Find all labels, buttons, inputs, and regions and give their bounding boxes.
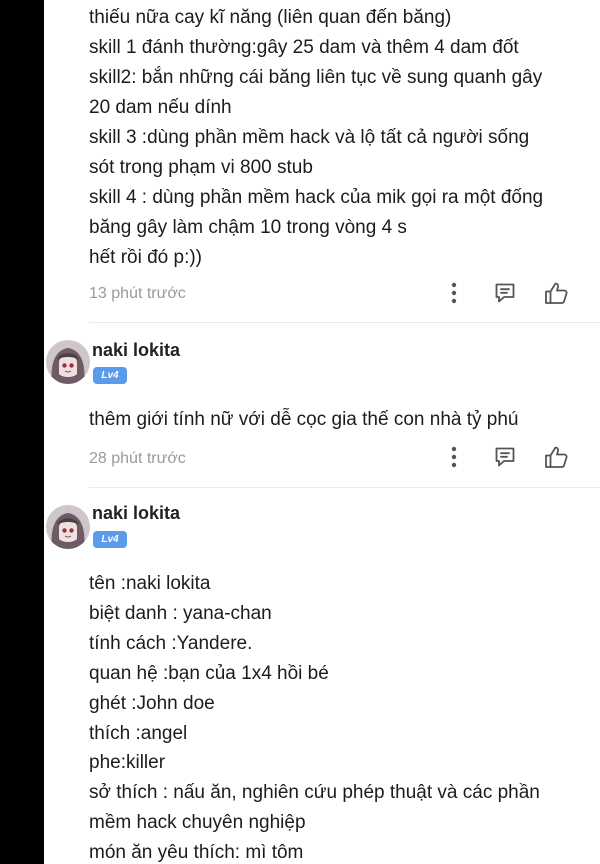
more-options-icon[interactable] [441, 444, 467, 470]
user-avatar[interactable] [46, 505, 90, 549]
comment-text-line: biệt danh : yana-chan [89, 603, 272, 624]
level-badge: Lv4 [93, 531, 127, 548]
comment-text-line: tính cách :Yandere. [89, 633, 253, 654]
like-icon[interactable] [543, 280, 569, 306]
reply-comment-icon[interactable] [492, 444, 518, 470]
comment-text-line: skill 1 đánh thường:gây 25 dam và thêm 4… [89, 37, 519, 58]
username[interactable]: naki lokita [92, 503, 180, 524]
comment-text-line: thiếu nữa cay kĩ năng (liên quan đến băn… [89, 7, 452, 28]
user-avatar[interactable] [46, 340, 90, 384]
comment-timestamp: 13 phút trước [89, 285, 186, 302]
reply-comment-icon[interactable] [492, 280, 518, 306]
comment-text-line: phe:killer [89, 752, 166, 773]
comment-text-line: sở thích : nấu ăn, nghiên cứu phép thuật… [89, 782, 540, 803]
level-badge: Lv4 [93, 367, 127, 384]
like-icon[interactable] [543, 444, 569, 470]
comment-text-line: skill 4 : dùng phần mềm hack của mik gọi… [89, 187, 544, 208]
comment-timestamp: 28 phút trước [89, 450, 186, 467]
comment-text-line: sót trong phạm vi 800 stub [89, 157, 313, 178]
username[interactable]: naki lokita [92, 340, 180, 361]
comment-text-line: hết rồi đó p:)) [89, 247, 202, 268]
comment-feed: thiếu nữa cay kĩ năng (liên quan đến băn… [44, 0, 600, 864]
divider [89, 322, 600, 323]
comment-text-line: skill2: bắn những cái băng liên tục về s… [89, 67, 543, 88]
comment-text-line: ghét :John doe [89, 693, 215, 714]
comment-text-line: quan hệ :bạn của 1x4 hồi bé [89, 663, 329, 684]
comment-text-line: 20 dam nếu dính [89, 97, 232, 118]
comment-text-line: mềm hack chuyên nghiệp [89, 812, 306, 833]
comment-text-line: tên :naki lokita [89, 573, 211, 594]
comment-text: thêm giới tính nữ với dễ cọc gia thế con… [89, 409, 519, 430]
comment-text-line: thích :angel [89, 723, 188, 744]
more-options-icon[interactable] [441, 280, 467, 306]
divider [89, 487, 600, 488]
comment-text-line: skill 3 :dùng phần mềm hack và lộ tất cả… [89, 127, 530, 148]
comment-text-line: băng gây làm chậm 10 trong vòng 4 s [89, 217, 407, 238]
comment-text-line: món ăn yêu thích: mì tôm [89, 842, 304, 863]
